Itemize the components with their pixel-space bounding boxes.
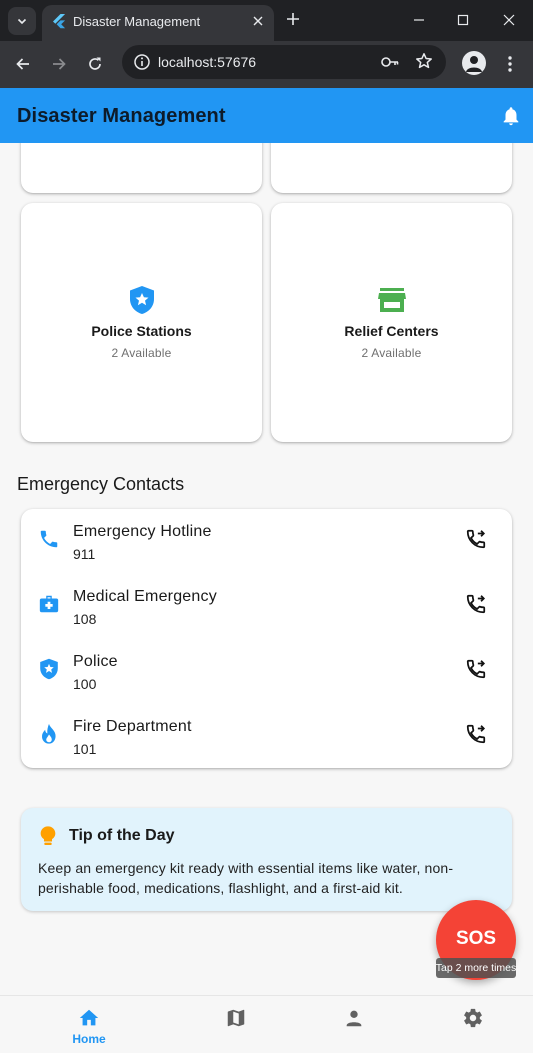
sos-tap-hint: Tap 2 more times	[436, 958, 516, 978]
contact-row-fire-department[interactable]: Fire Department 101	[21, 704, 512, 769]
notifications-bell-icon[interactable]	[500, 105, 522, 132]
back-icon[interactable]	[9, 50, 37, 78]
nav-map[interactable]	[177, 996, 295, 1053]
store-icon	[377, 285, 407, 315]
contact-row-police[interactable]: Police 100	[21, 639, 512, 704]
more-menu-icon[interactable]	[500, 53, 520, 75]
contact-number: 911	[73, 546, 96, 562]
minimize-icon[interactable]	[396, 0, 442, 40]
contact-row-medical-emergency[interactable]: Medical Emergency 108	[21, 574, 512, 639]
contact-number: 108	[73, 611, 97, 627]
contact-number: 101	[73, 741, 97, 757]
tab-title: Disaster Management	[73, 14, 201, 29]
police-stations-count: 2 Available	[111, 346, 172, 360]
relief-centers-card[interactable]: Relief Centers 2 Available	[271, 203, 512, 442]
sos-label: SOS	[455, 928, 497, 949]
chevron-down-icon	[17, 18, 27, 25]
nav-home-label: Home	[72, 1032, 106, 1046]
close-tab-icon[interactable]	[248, 11, 268, 31]
nav-settings[interactable]	[414, 996, 532, 1053]
password-key-icon[interactable]	[380, 53, 400, 76]
person-icon	[342, 1006, 366, 1030]
maximize-icon[interactable]	[440, 0, 486, 40]
medical-kit-icon	[37, 592, 61, 616]
nav-home[interactable]: Home	[30, 996, 148, 1053]
settings-icon	[461, 1006, 485, 1030]
flutter-icon	[51, 13, 67, 29]
bookmark-star-icon[interactable]	[415, 52, 433, 75]
tip-of-the-day-card: Tip of the Day Keep an emergency kit rea…	[21, 808, 512, 911]
url-text[interactable]: localhost:57676	[158, 54, 256, 70]
map-icon	[224, 1006, 248, 1030]
police-stations-card[interactable]: Police Stations 2 Available	[21, 203, 262, 442]
police-stations-title: Police Stations	[91, 323, 192, 339]
relief-centers-count: 2 Available	[361, 346, 422, 360]
browser-tabstrip: Disaster Management	[0, 0, 533, 41]
app-viewport: Police Stations 2 Available Relief Cente…	[0, 88, 533, 1053]
nav-profile[interactable]	[295, 996, 413, 1053]
tip-text: Keep an emergency kit ready with essenti…	[38, 860, 454, 896]
close-window-icon[interactable]	[486, 0, 532, 40]
contact-name: Police	[73, 653, 118, 670]
police-shield-icon	[127, 285, 157, 315]
contact-name: Medical Emergency	[73, 588, 217, 605]
new-tab-icon[interactable]	[282, 8, 304, 30]
contact-row-emergency-hotline[interactable]: Emergency Hotline 911	[21, 509, 512, 574]
contact-name: Fire Department	[73, 718, 192, 735]
phone-forwarded-icon[interactable]	[464, 657, 488, 681]
phone-icon	[37, 527, 61, 551]
site-info-icon[interactable]	[133, 53, 151, 71]
contact-number: 100	[73, 676, 97, 692]
browser-tab[interactable]: Disaster Management	[42, 5, 274, 41]
police-shield-icon	[37, 657, 61, 681]
emergency-contacts-heading: Emergency Contacts	[17, 474, 185, 494]
relief-centers-title: Relief Centers	[344, 323, 439, 339]
emergency-contacts-card: Emergency Hotline 911 Medical Emergency …	[21, 509, 512, 768]
phone-forwarded-icon[interactable]	[464, 527, 488, 551]
app-title: Disaster Management	[17, 105, 226, 127]
phone-forwarded-icon[interactable]	[464, 592, 488, 616]
tip-title: Tip of the Day	[69, 827, 175, 844]
lightbulb-icon	[38, 825, 58, 852]
phone-forwarded-icon[interactable]	[464, 722, 488, 746]
forward-icon[interactable]	[45, 50, 73, 78]
contact-name: Emergency Hotline	[73, 523, 212, 540]
home-icon	[77, 1006, 101, 1030]
app-bar: Disaster Management	[0, 88, 533, 143]
tab-search-button[interactable]	[8, 7, 36, 35]
fire-icon	[37, 722, 61, 746]
browser-toolbar: localhost:57676	[0, 41, 533, 88]
profile-avatar-icon[interactable]	[462, 51, 486, 75]
address-bar[interactable]: localhost:57676	[122, 45, 446, 79]
bottom-navigation: Home	[0, 995, 533, 1053]
reload-icon[interactable]	[81, 50, 109, 78]
